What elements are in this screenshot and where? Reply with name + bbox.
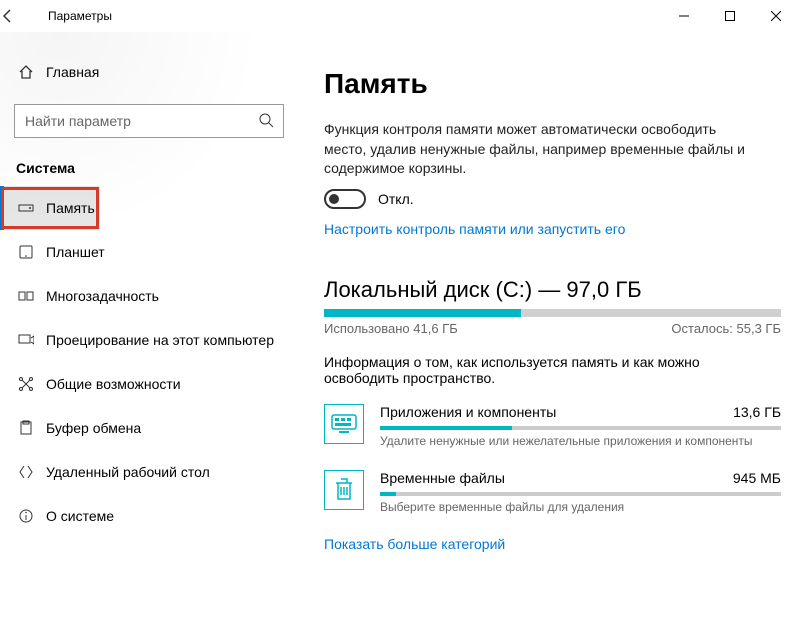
shared-icon xyxy=(18,376,46,392)
sidebar-item-multitasking[interactable]: Многозадачность xyxy=(0,274,300,318)
category-apps[interactable]: Приложения и компоненты 13,6 ГБ Удалите … xyxy=(324,404,781,448)
sidebar-item-label: Память xyxy=(46,200,95,216)
projecting-icon xyxy=(18,332,46,348)
sidebar-item-label: Удаленный рабочий стол xyxy=(46,464,210,480)
search-icon xyxy=(258,112,274,128)
configure-storage-sense-link[interactable]: Настроить контроль памяти или запустить … xyxy=(324,221,781,237)
sidebar-item-clipboard[interactable]: Буфер обмена xyxy=(0,406,300,450)
disk-free-label: Осталось: 55,3 ГБ xyxy=(671,321,781,336)
sidebar-item-storage[interactable]: Память xyxy=(0,186,100,230)
multitasking-icon xyxy=(18,288,46,304)
clipboard-icon xyxy=(18,420,46,436)
sidebar-item-shared[interactable]: Общие возможности xyxy=(0,362,300,406)
home-icon xyxy=(18,64,46,80)
category-size: 13,6 ГБ xyxy=(733,404,781,420)
storage-sense-desc: Функция контроля памяти может автоматиче… xyxy=(324,120,754,179)
close-button[interactable] xyxy=(753,0,799,32)
disk-used-label: Использовано 41,6 ГБ xyxy=(324,321,458,336)
disk-title: Локальный диск (C:) — 97,0 ГБ xyxy=(324,277,781,303)
sidebar-item-tablet[interactable]: Планшет xyxy=(0,230,300,274)
content-area: Память Функция контроля памяти может авт… xyxy=(300,32,799,630)
category-name: Приложения и компоненты xyxy=(380,404,556,420)
sidebar-item-label: Многозадачность xyxy=(46,288,159,304)
home-link[interactable]: Главная xyxy=(0,52,300,92)
storage-sense-toggle[interactable] xyxy=(324,189,366,209)
home-label: Главная xyxy=(46,64,99,80)
remote-icon xyxy=(18,464,46,480)
category-name: Временные файлы xyxy=(380,470,505,486)
sidebar-item-about[interactable]: О системе xyxy=(0,494,300,538)
sidebar-item-label: О системе xyxy=(46,508,114,524)
show-more-categories-link[interactable]: Показать больше категорий xyxy=(324,536,781,552)
trash-icon xyxy=(324,470,364,510)
window-title: Параметры xyxy=(48,9,661,23)
disk-desc: Информация о том, как используется памят… xyxy=(324,354,744,386)
category-size: 945 МБ xyxy=(733,470,781,486)
sidebar: Главная Система Память Планшет xyxy=(0,32,300,630)
sidebar-item-remote[interactable]: Удаленный рабочий стол xyxy=(0,450,300,494)
sidebar-item-label: Планшет xyxy=(46,244,105,260)
toggle-state-label: Откл. xyxy=(378,191,414,207)
tablet-icon xyxy=(18,244,46,260)
maximize-button[interactable] xyxy=(707,0,753,32)
sidebar-item-label: Буфер обмена xyxy=(46,420,141,436)
search-input[interactable] xyxy=(14,104,284,138)
apps-icon xyxy=(324,404,364,444)
disk-usage-bar xyxy=(324,309,781,317)
minimize-button[interactable] xyxy=(661,0,707,32)
category-hint: Удалите ненужные или нежелательные прило… xyxy=(380,434,781,448)
info-icon xyxy=(18,508,46,524)
back-button[interactable] xyxy=(0,8,48,24)
page-title: Память xyxy=(324,68,781,100)
sidebar-item-label: Проецирование на этот компьютер xyxy=(46,332,274,348)
category-hint: Выберите временные файлы для удаления xyxy=(380,500,781,514)
category-bar xyxy=(380,492,781,496)
drive-icon xyxy=(18,200,46,216)
section-header: Система xyxy=(0,142,300,186)
sidebar-item-projecting[interactable]: Проецирование на этот компьютер xyxy=(0,318,300,362)
category-temp[interactable]: Временные файлы 945 МБ Выберите временны… xyxy=(324,470,781,514)
sidebar-item-label: Общие возможности xyxy=(46,376,181,392)
category-bar xyxy=(380,426,781,430)
title-bar: Параметры xyxy=(0,0,799,32)
